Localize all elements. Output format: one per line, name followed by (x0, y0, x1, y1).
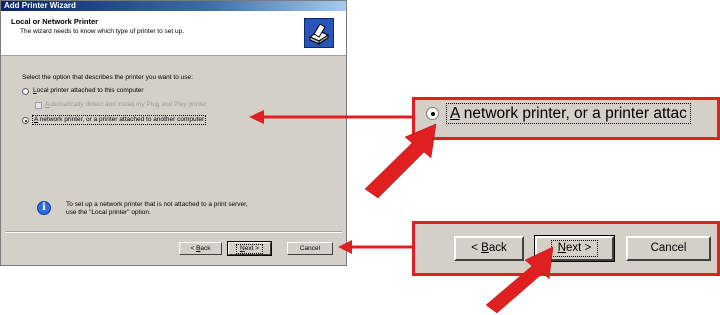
annotation-layer (249, 110, 554, 314)
arrow-to-cancel-button (338, 240, 414, 254)
big-arrow-to-zoom-radio (364, 123, 437, 199)
arrow-to-network-option (249, 110, 414, 124)
big-arrow-to-zoom-next (485, 246, 554, 314)
